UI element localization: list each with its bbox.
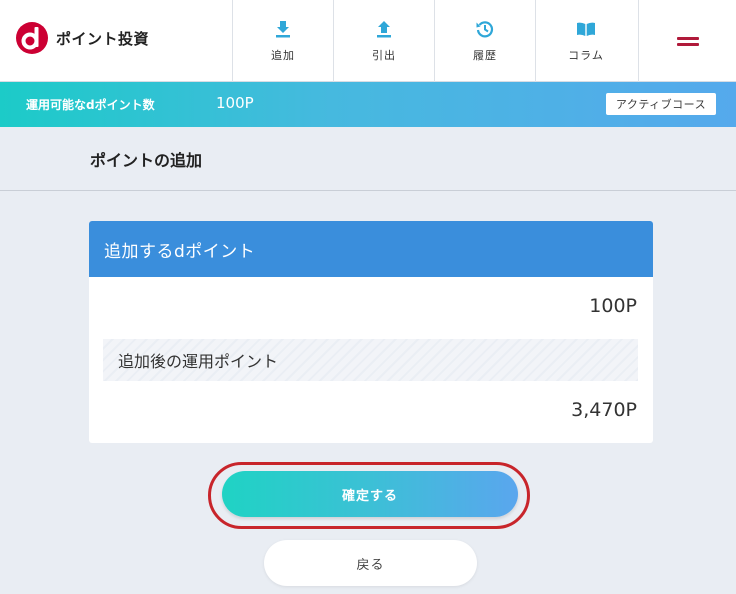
confirm-button-label: 確定する bbox=[341, 488, 398, 504]
nav-label: 追加 bbox=[271, 49, 295, 62]
after-points-value: 3,470P bbox=[571, 399, 637, 421]
logo-text: ポイント投資 bbox=[56, 29, 150, 48]
back-button[interactable]: 戻る bbox=[264, 540, 477, 586]
course-badge: アクティブコース bbox=[606, 93, 716, 115]
upload-icon bbox=[377, 21, 391, 38]
nav-item-add[interactable]: 追加 bbox=[232, 0, 333, 82]
available-points-bar: 運用可能なdポイント数 100P アクティブコース bbox=[0, 82, 736, 127]
back-button-label: 戻る bbox=[356, 557, 385, 573]
confirm-button[interactable]: 確定する bbox=[222, 471, 518, 517]
page-title: ポイントの追加 bbox=[90, 151, 203, 170]
hamburger-menu-icon[interactable] bbox=[638, 0, 736, 82]
nav-label: 引出 bbox=[372, 49, 396, 62]
available-points-value: 100P bbox=[216, 94, 254, 112]
book-icon bbox=[577, 22, 595, 36]
nav-label: 履歴 bbox=[473, 49, 497, 62]
add-amount-value: 100P bbox=[589, 295, 637, 317]
after-points-label: 追加後の運用ポイント bbox=[118, 352, 279, 371]
card-header-title: 追加するdポイント bbox=[104, 241, 256, 262]
nav-item-withdraw[interactable]: 引出 bbox=[333, 0, 434, 82]
header-nav: 追加 引出 履歴 コラム bbox=[232, 0, 636, 82]
logo[interactable]: ポイント投資 bbox=[16, 22, 149, 54]
page-title-bar: ポイントの追加 bbox=[0, 127, 736, 191]
nav-label: コラム bbox=[568, 49, 604, 62]
available-points-label: 運用可能なdポイント数 bbox=[26, 98, 155, 112]
nav-item-history[interactable]: 履歴 bbox=[434, 0, 535, 82]
app-header: ポイント投資 追加 引出 履歴 コラム bbox=[0, 0, 736, 82]
d-point-logo-icon bbox=[16, 22, 48, 54]
add-points-card: 追加するdポイント 100P 追加後の運用ポイント 3,470P bbox=[89, 221, 653, 443]
history-icon bbox=[476, 21, 494, 38]
after-points-row: 追加後の運用ポイント bbox=[103, 339, 638, 381]
download-icon bbox=[276, 21, 290, 38]
card-header: 追加するdポイント bbox=[89, 221, 653, 277]
nav-item-column[interactable]: コラム bbox=[535, 0, 636, 82]
